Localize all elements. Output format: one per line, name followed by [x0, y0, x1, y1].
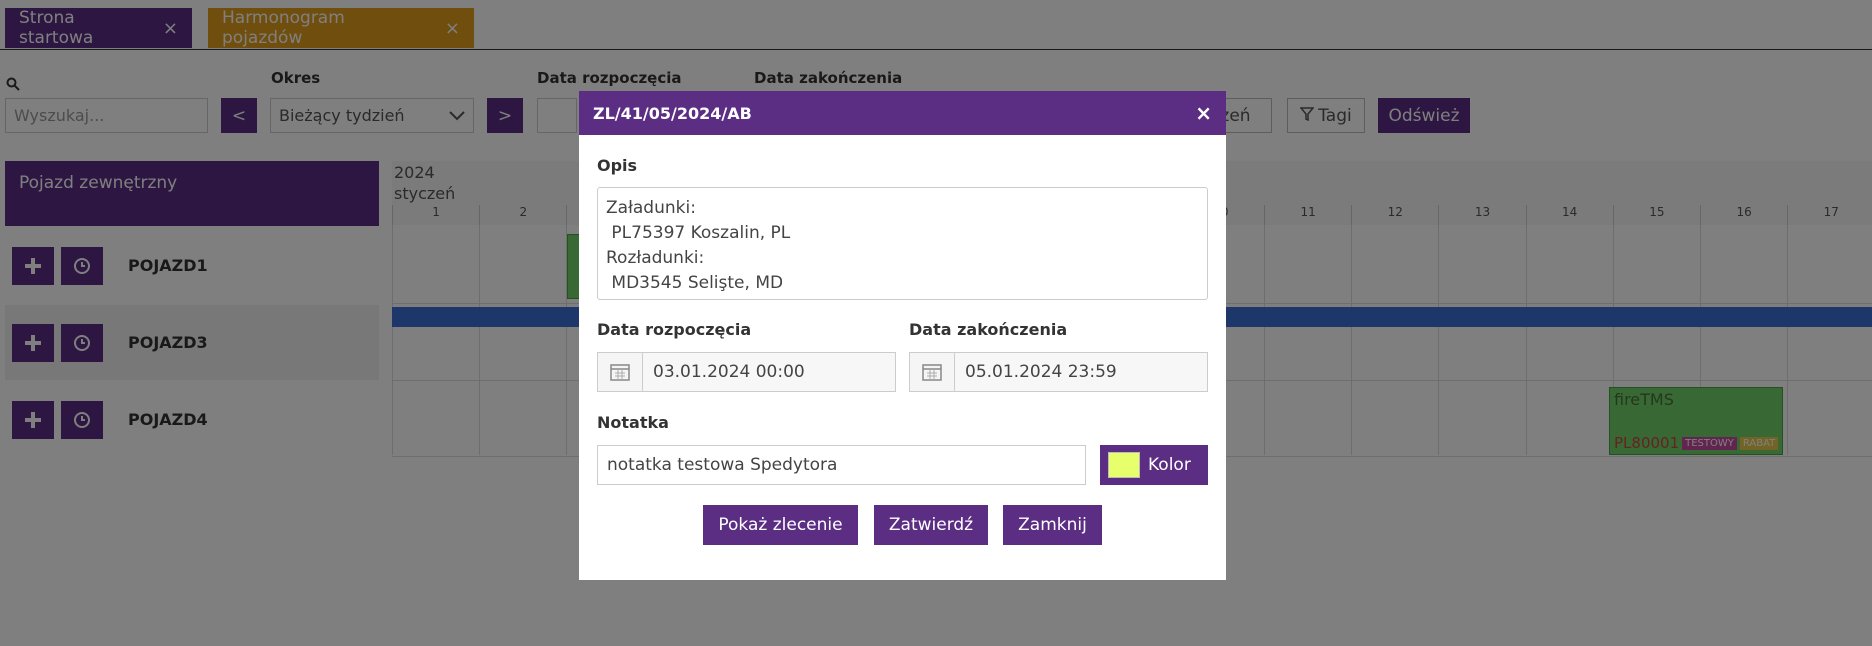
end-date-label: Data zakończenia: [909, 320, 1068, 339]
modal-title: ZL/41/05/2024/AB: [593, 103, 752, 123]
color-swatch: [1108, 452, 1140, 478]
description-label: Opis: [597, 156, 638, 175]
modal-header: ZL/41/05/2024/AB ×: [579, 91, 1226, 135]
note-label: Notatka: [597, 413, 669, 432]
close-button[interactable]: Zamknij: [1003, 505, 1102, 545]
end-date-value: 05.01.2024 23:59: [955, 353, 1207, 391]
start-date-label: Data rozpoczęcia: [597, 320, 752, 339]
start-date-field[interactable]: 03.01.2024 00:00: [597, 352, 896, 392]
show-order-button[interactable]: Pokaż zlecenie: [703, 505, 858, 545]
color-button-label: Kolor: [1148, 455, 1191, 475]
end-date-field[interactable]: 05.01.2024 23:59: [909, 352, 1208, 392]
color-button[interactable]: Kolor: [1100, 445, 1208, 485]
description-textarea[interactable]: Załadunki: PL75397 Koszalin, PL Rozładun…: [597, 187, 1208, 300]
calendar-icon[interactable]: [598, 353, 643, 391]
close-icon[interactable]: ×: [1195, 101, 1212, 125]
note-value: notatka testowa Spedytora: [607, 455, 838, 475]
start-date-value: 03.01.2024 00:00: [643, 353, 895, 391]
calendar-icon[interactable]: [910, 353, 955, 391]
note-input[interactable]: notatka testowa Spedytora: [597, 445, 1086, 485]
confirm-button[interactable]: Zatwierdź: [874, 505, 988, 545]
order-modal: ZL/41/05/2024/AB × Opis Załadunki: PL753…: [579, 91, 1226, 580]
